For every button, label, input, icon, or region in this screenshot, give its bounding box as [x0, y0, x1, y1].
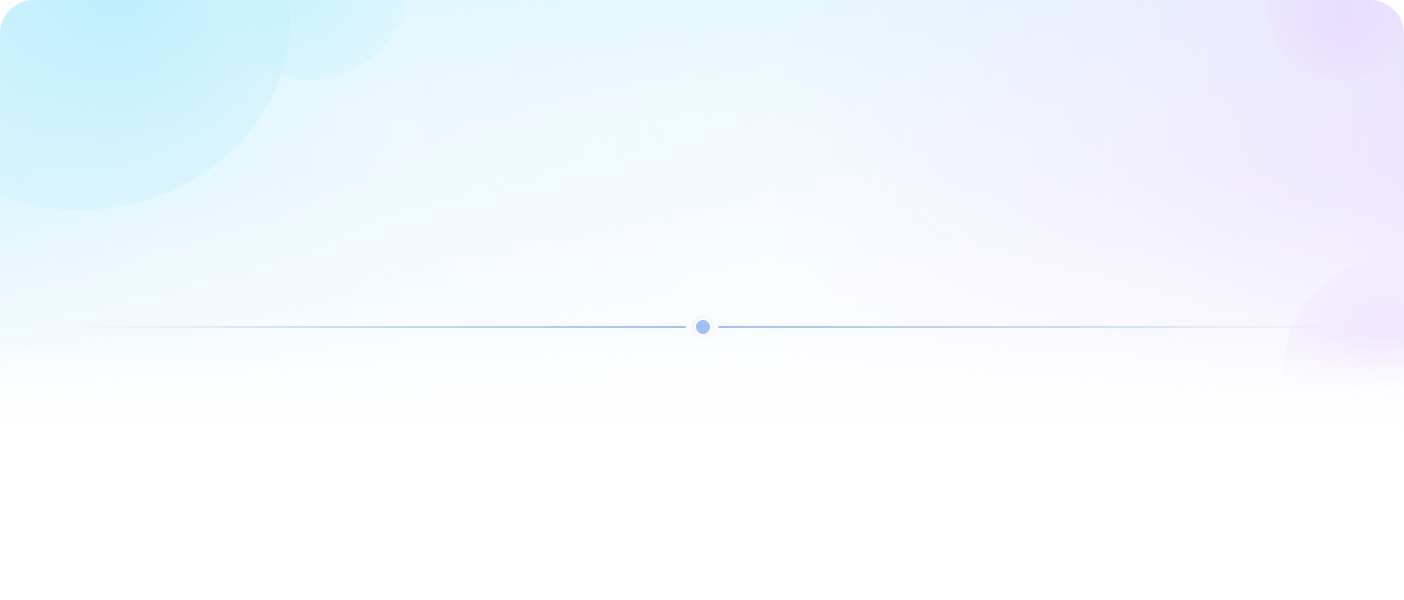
background-card [0, 0, 1404, 600]
section-divider [70, 316, 1334, 338]
divider-line-left [70, 326, 686, 328]
dot-icon [696, 320, 710, 334]
divider-line-right [718, 326, 1334, 328]
bottom-fade [0, 330, 1404, 600]
